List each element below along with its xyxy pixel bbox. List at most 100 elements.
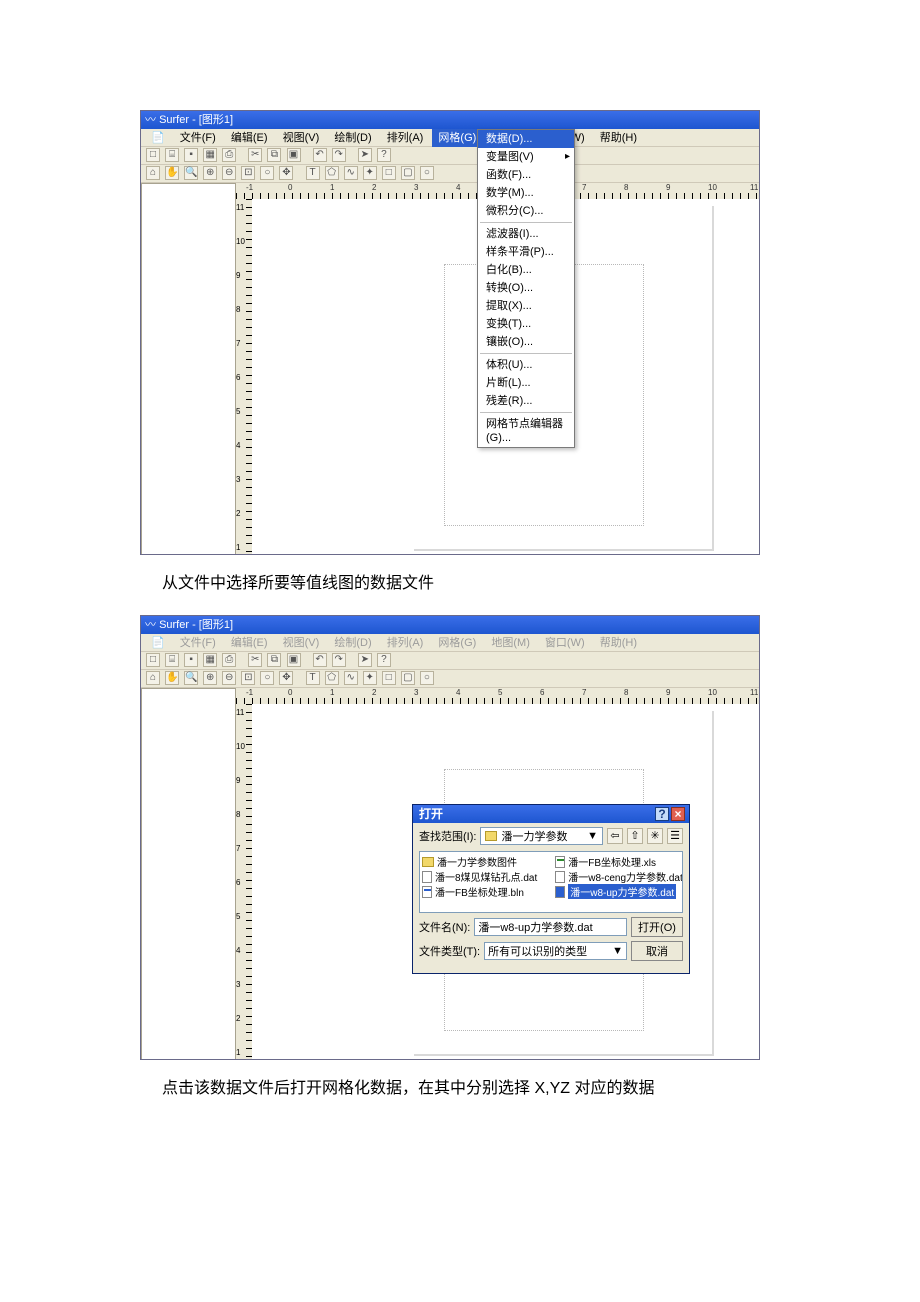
newfolder-icon[interactable]: ✳ (647, 828, 663, 844)
undo-icon[interactable]: ↶ (313, 148, 327, 162)
menu-map-2[interactable]: 地图(M) (485, 634, 536, 652)
rect-icon[interactable]: □ (382, 671, 396, 685)
roundrect-icon[interactable]: ▢ (401, 671, 415, 685)
menu-item-data[interactable]: 数据(D)... (478, 130, 574, 148)
list-item[interactable]: 潘一FB坐标处理.xls (555, 854, 682, 869)
new-icon[interactable]: □ (146, 148, 160, 162)
redo-icon[interactable]: ↷ (332, 653, 346, 667)
pointer-icon[interactable]: ➤ (358, 148, 372, 162)
polyline-icon[interactable]: ∿ (344, 166, 358, 180)
menu-draw-2[interactable]: 绘制(D) (328, 634, 377, 652)
menu-view-2[interactable]: 视图(V) (277, 634, 326, 652)
zoom-icon[interactable]: 🔍 (184, 671, 198, 685)
save-icon[interactable]: ▪ (184, 653, 198, 667)
menu-item-blank[interactable]: 白化(B)... (478, 261, 574, 279)
secondary-toolbar-2[interactable]: ⌂ ✋ 🔍 ⊕ ⊖ ⊡ ○ ✥ T ⬠ ∿ ✦ □ ▢ ○ (141, 670, 759, 688)
move-icon[interactable]: ✥ (279, 166, 293, 180)
chevron-down-icon[interactable]: ▼ (612, 945, 623, 957)
grid-icon[interactable]: ▦ (203, 148, 217, 162)
paste-icon[interactable]: ▣ (287, 653, 301, 667)
rotate-icon[interactable]: ○ (260, 166, 274, 180)
menu-arrange[interactable]: 排列(A) (381, 129, 430, 147)
open-button[interactable]: 打开(O) (631, 917, 683, 937)
roundrect-icon[interactable]: ▢ (401, 166, 415, 180)
secondary-toolbar[interactable]: ⌂ ✋ 🔍 ⊕ ⊖ ⊡ ○ ✥ T ⬠ ∿ ✦ □ ▢ ○ (141, 165, 759, 183)
object-tree-2[interactable] (141, 688, 236, 1060)
home-icon[interactable]: ⌂ (146, 166, 160, 180)
copy-icon[interactable]: ⧉ (267, 148, 281, 162)
menu-item-volume[interactable]: 体积(U)... (478, 356, 574, 374)
menu-item-slice[interactable]: 片断(L)... (478, 374, 574, 392)
menu-item-extract[interactable]: 提取(X)... (478, 297, 574, 315)
menu-arrange-2[interactable]: 排列(A) (381, 634, 430, 652)
polyline-icon[interactable]: ∿ (344, 671, 358, 685)
cancel-button[interactable]: 取消 (631, 941, 683, 961)
rotate-icon[interactable]: ○ (260, 671, 274, 685)
menu-edit-2[interactable]: 编辑(E) (225, 634, 274, 652)
list-item[interactable]: 潘一w8-ceng力学参数.dat (555, 869, 682, 884)
pointer-icon[interactable]: ➤ (358, 653, 372, 667)
menu-edit[interactable]: 编辑(E) (225, 129, 274, 147)
object-tree[interactable] (141, 183, 236, 555)
file-list[interactable]: 潘一力学参数图件 潘一8煤见煤钻孔点.dat 潘一FB坐标处理.bln 潘一FB… (419, 851, 683, 913)
menu-help[interactable]: 帮助(H) (594, 129, 643, 147)
symbol-icon[interactable]: ✦ (363, 671, 377, 685)
new-icon[interactable]: □ (146, 653, 160, 667)
dialog-help-icon[interactable]: ? (655, 807, 669, 821)
filetype-select[interactable]: 所有可以识别的类型 ▼ (484, 942, 627, 960)
chevron-down-icon[interactable]: ▼ (587, 830, 598, 842)
menu-grid-2[interactable]: 网格(G) (432, 634, 482, 652)
menu-window-2[interactable]: 窗口(W) (539, 634, 591, 652)
menu-file-2[interactable]: 文件(F) (174, 634, 222, 652)
filename-input[interactable] (474, 918, 627, 936)
help-icon[interactable]: ? (377, 148, 391, 162)
list-item[interactable]: 潘一力学参数图件 (422, 854, 537, 869)
open-icon[interactable]: ⌸ (165, 653, 179, 667)
text-icon[interactable]: T (306, 166, 320, 180)
menu-item-function[interactable]: 函数(F)... (478, 166, 574, 184)
open-icon[interactable]: ⌸ (165, 148, 179, 162)
menu-item-convert[interactable]: 转换(O)... (478, 279, 574, 297)
dialog-close-icon[interactable]: × (671, 807, 685, 821)
zoom-in-icon[interactable]: ⊕ (203, 671, 217, 685)
views-icon[interactable]: ☰ (667, 828, 683, 844)
ellipse-icon[interactable]: ○ (420, 671, 434, 685)
home-icon[interactable]: ⌂ (146, 671, 160, 685)
menu-item-filter[interactable]: 滤波器(I)... (478, 225, 574, 243)
undo-icon[interactable]: ↶ (313, 653, 327, 667)
menu-item-residuals[interactable]: 残差(R)... (478, 392, 574, 410)
menu-item-node-editor[interactable]: 网格节点编辑器(G)... (478, 415, 574, 447)
zoom-icon[interactable]: 🔍 (184, 166, 198, 180)
main-toolbar-2[interactable]: □ ⌸ ▪ ▦ ⎙ ✂ ⧉ ▣ ↶ ↷ ➤ ? (141, 652, 759, 670)
text-icon[interactable]: T (306, 671, 320, 685)
grid-menu-dropdown[interactable]: 数据(D)... 变量图(V) 函数(F)... 数学(M)... 微积分(C)… (477, 129, 575, 448)
print-icon[interactable]: ⎙ (222, 148, 236, 162)
zoom-fit-icon[interactable]: ⊡ (241, 166, 255, 180)
menu-bar[interactable]: 📄 文件(F) 编辑(E) 视图(V) 绘制(D) 排列(A) 网格(G) 地图… (141, 129, 759, 147)
canvas-2[interactable]: 打开 ? × 查找范围(I): 潘一力学参数 ▼ ⇦ (252, 704, 759, 1060)
zoom-out-icon[interactable]: ⊖ (222, 671, 236, 685)
list-item-selected[interactable]: 潘一w8-up力学参数.dat (555, 884, 682, 899)
menu-bar-2[interactable]: 📄 文件(F) 编辑(E) 视图(V) 绘制(D) 排列(A) 网格(G) 地图… (141, 634, 759, 652)
cut-icon[interactable]: ✂ (248, 148, 262, 162)
polygon-icon[interactable]: ⬠ (325, 671, 339, 685)
zoom-in-icon[interactable]: ⊕ (203, 166, 217, 180)
symbol-icon[interactable]: ✦ (363, 166, 377, 180)
cut-icon[interactable]: ✂ (248, 653, 262, 667)
polygon-icon[interactable]: ⬠ (325, 166, 339, 180)
menu-help-2[interactable]: 帮助(H) (594, 634, 643, 652)
list-item[interactable]: 潘一FB坐标处理.bln (422, 884, 537, 899)
main-toolbar[interactable]: □ ⌸ ▪ ▦ ⎙ ✂ ⧉ ▣ ↶ ↷ ➤ ? (141, 147, 759, 165)
move-icon[interactable]: ✥ (279, 671, 293, 685)
rect-icon[interactable]: □ (382, 166, 396, 180)
menu-item-transform[interactable]: 变换(T)... (478, 315, 574, 333)
back-icon[interactable]: ⇦ (607, 828, 623, 844)
copy-icon[interactable]: ⧉ (267, 653, 281, 667)
zoom-fit-icon[interactable]: ⊡ (241, 671, 255, 685)
menu-draw[interactable]: 绘制(D) (328, 129, 377, 147)
menu-grid[interactable]: 网格(G) (432, 129, 482, 147)
menu-item-spline[interactable]: 样条平滑(P)... (478, 243, 574, 261)
ellipse-icon[interactable]: ○ (420, 166, 434, 180)
menu-item-math[interactable]: 数学(M)... (478, 184, 574, 202)
menu-item-mosaic[interactable]: 镶嵌(O)... (478, 333, 574, 351)
